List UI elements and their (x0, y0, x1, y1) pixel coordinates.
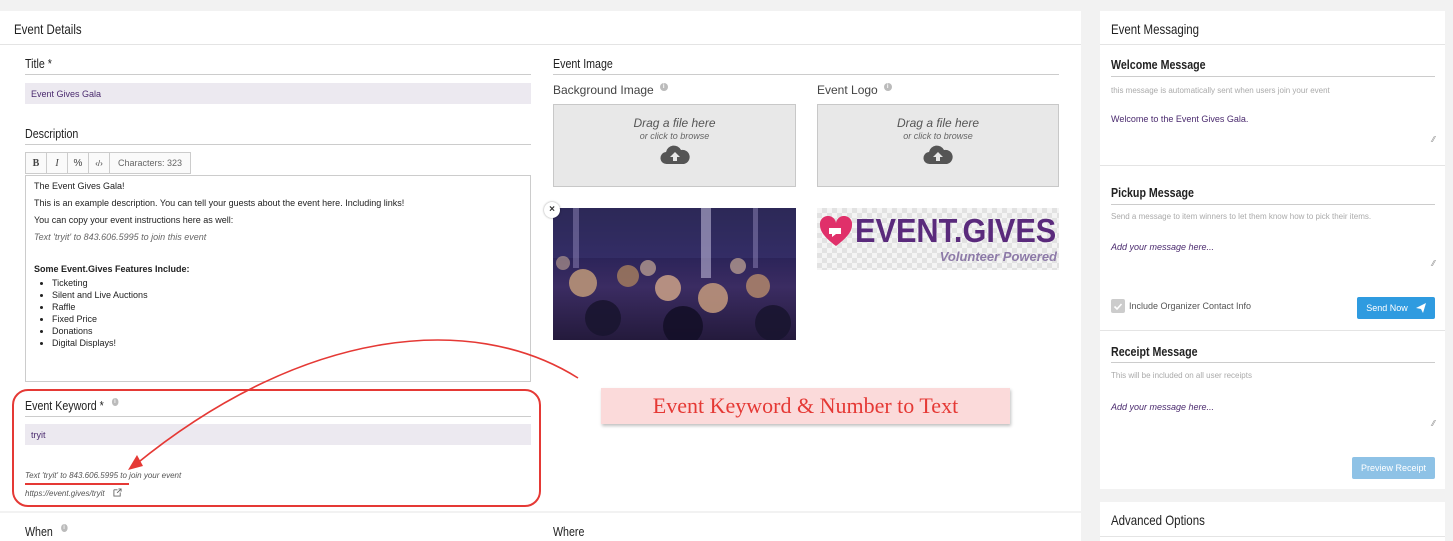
pickup-divider (1111, 204, 1435, 205)
receipt-placeholder: Add your message here... (1111, 402, 1215, 412)
receipt-message-title: Receipt Message (1111, 344, 1198, 359)
pickup-message-input[interactable]: Add your message here... ⁄⁄ (1111, 232, 1435, 272)
include-contact-checkbox[interactable] (1111, 299, 1125, 313)
welcome-hint: this message is automatically sent when … (1111, 86, 1330, 95)
event-messaging-header: Event Messaging (1111, 21, 1200, 37)
welcome-section-divider (1100, 165, 1445, 166)
welcome-divider (1111, 76, 1435, 77)
annotation-callout: Event Keyword & Number to Text (601, 388, 1010, 424)
resize-handle-icon[interactable]: ⁄⁄ (1432, 419, 1435, 428)
welcome-message-input[interactable]: Welcome to the Event Gives Gala. ⁄⁄ (1111, 104, 1435, 148)
messaging-header-divider (1100, 44, 1445, 45)
pickup-message-title: Pickup Message (1111, 185, 1194, 200)
paper-plane-icon (1415, 303, 1426, 313)
resize-handle-icon[interactable]: ⁄⁄ (1432, 135, 1435, 144)
welcome-message-text: Welcome to the Event Gives Gala. (1111, 114, 1249, 124)
pickup-placeholder: Add your message here... (1111, 242, 1215, 252)
preview-receipt-button[interactable]: Preview Receipt (1352, 457, 1435, 479)
check-icon (1113, 303, 1123, 311)
callout-text: Event Keyword & Number to Text (652, 393, 959, 418)
receipt-hint: This will be included on all user receip… (1111, 371, 1252, 380)
receipt-message-input[interactable]: Add your message here... ⁄⁄ (1111, 392, 1435, 432)
resize-handle-icon[interactable]: ⁄⁄ (1432, 259, 1435, 268)
advanced-options-divider (1100, 536, 1445, 537)
include-contact-label: Include Organizer Contact Info (1129, 301, 1252, 311)
pickup-section-divider (1100, 330, 1445, 331)
welcome-message-title: Welcome Message (1111, 57, 1206, 72)
receipt-divider (1111, 362, 1435, 363)
send-now-button[interactable]: Send Now (1357, 297, 1435, 319)
advanced-options-header: Advanced Options (1111, 512, 1205, 528)
pickup-hint: Send a message to item winners to let th… (1111, 212, 1372, 221)
